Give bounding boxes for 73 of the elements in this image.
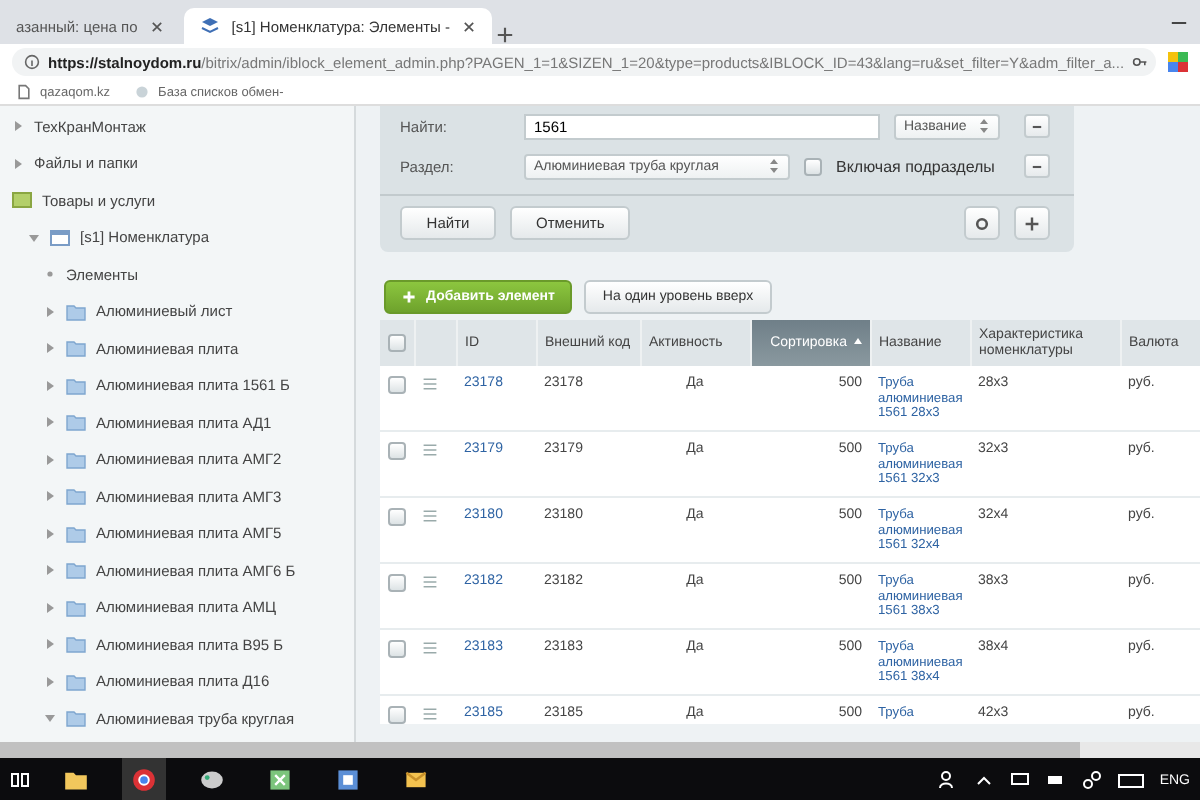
plus-icon (1024, 215, 1040, 231)
people-icon (937, 770, 958, 790)
caret-right-icon[interactable] (44, 305, 56, 318)
link-icon (1081, 770, 1102, 790)
caret-right-icon[interactable] (44, 527, 56, 540)
menu-icon (422, 640, 438, 656)
caret-right-icon[interactable] (44, 416, 56, 429)
caret-right-icon[interactable] (44, 601, 56, 614)
caret-right-icon[interactable] (44, 379, 56, 392)
plus-icon (402, 290, 416, 304)
folder-icon (64, 768, 88, 792)
task-view-icon (10, 770, 30, 790)
close-icon (462, 19, 476, 33)
menu-icon (422, 706, 438, 722)
folder-icon (66, 708, 86, 729)
key-icon (1132, 54, 1149, 70)
row-checkbox[interactable] (388, 442, 406, 460)
folder-icon (66, 486, 86, 507)
folder-icon (66, 375, 86, 396)
settings-button[interactable] (964, 206, 1000, 240)
folder-icon (66, 523, 86, 544)
caret-right-icon[interactable] (12, 120, 24, 133)
menu-icon (422, 376, 438, 392)
caret-right-icon[interactable] (44, 564, 56, 577)
caret-right-icon[interactable] (44, 675, 56, 688)
extension-icon (1168, 52, 1188, 72)
folder-icon (66, 634, 86, 655)
keyboard-icon (1117, 770, 1144, 790)
favicon-icon (199, 16, 220, 36)
row-checkbox[interactable] (388, 574, 406, 592)
caret-right-icon[interactable] (44, 453, 56, 466)
folder-icon (66, 597, 86, 618)
remove-button[interactable] (1024, 154, 1050, 178)
mail-icon (404, 768, 428, 792)
checkbox[interactable] (804, 157, 822, 175)
folder-icon (66, 449, 86, 470)
select-all-checkbox[interactable] (388, 334, 406, 352)
caret-right-icon[interactable] (12, 157, 24, 170)
catalog-icon (12, 190, 32, 211)
spreadsheet-icon (268, 768, 292, 792)
folder-icon (66, 560, 86, 581)
gear-icon (974, 215, 990, 231)
folder-icon (66, 412, 86, 433)
checkbox-label: Включая подразделы (836, 157, 995, 175)
table-icon (50, 227, 70, 248)
palette-icon (200, 768, 224, 792)
updown-icon (768, 156, 780, 176)
new-tab-icon (496, 26, 514, 44)
menu-icon (422, 442, 438, 458)
caret-right-icon[interactable] (44, 342, 56, 355)
row-checkbox[interactable] (388, 640, 406, 658)
menu-icon (422, 574, 438, 590)
scrollbar-thumb[interactable] (0, 742, 1080, 758)
info-icon (24, 54, 40, 70)
close-icon (149, 19, 164, 33)
updown-icon (978, 116, 990, 136)
remove-button[interactable] (1024, 114, 1050, 138)
folder-icon (66, 338, 86, 359)
menu-icon (422, 508, 438, 524)
row-checkbox[interactable] (388, 508, 406, 526)
caret-down-icon[interactable] (28, 231, 40, 244)
document-icon (336, 768, 360, 792)
row-checkbox[interactable] (388, 706, 406, 724)
bullet-icon (44, 268, 56, 281)
page-icon (16, 84, 32, 100)
browser-icon (132, 768, 156, 792)
caret-down-icon[interactable] (44, 712, 56, 725)
folder-icon (66, 671, 86, 692)
folder-icon (66, 301, 86, 322)
caret-right-icon[interactable] (44, 638, 56, 651)
add-filter-button[interactable] (1014, 206, 1050, 240)
caret-right-icon[interactable] (44, 490, 56, 503)
row-checkbox[interactable] (388, 376, 406, 394)
